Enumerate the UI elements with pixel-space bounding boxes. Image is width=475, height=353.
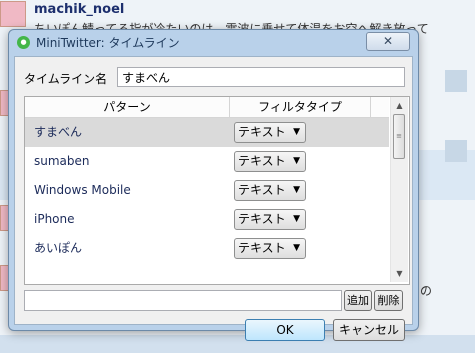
vertical-scrollbar[interactable]: ▲ ≡ ▼ [390, 97, 408, 282]
table-row[interactable]: すまべん テキスト ▼ [25, 118, 389, 147]
dropdown-arrow-icon: ▼ [293, 185, 300, 195]
filter-grid: パターン フィルタタイプ すまべん テキスト ▼ sumaben テキスト ▼ Wi… [24, 96, 410, 285]
side-thumbnail [445, 70, 467, 92]
timeline-name-input[interactable]: すまべん [117, 67, 405, 87]
table-row[interactable]: あいぽん テキスト ▼ [25, 234, 389, 263]
table-row[interactable]: Windows Mobile テキスト ▼ [25, 176, 389, 205]
dropdown-arrow-icon: ▼ [293, 127, 300, 137]
dropdown-arrow-icon: ▼ [293, 156, 300, 166]
avatar [0, 1, 26, 27]
filter-type-value: テキスト [238, 154, 286, 168]
filter-type-select[interactable]: テキスト ▼ [234, 180, 306, 201]
dropdown-arrow-icon: ▼ [293, 243, 300, 253]
pattern-cell[interactable]: あいぽん [34, 234, 82, 263]
delete-button[interactable]: 削除 [374, 290, 403, 311]
pattern-cell[interactable]: sumaben [34, 147, 90, 176]
add-button[interactable]: 追加 [344, 290, 372, 311]
table-row[interactable]: iPhone テキスト ▼ [25, 205, 389, 234]
cancel-button[interactable]: キャンセル [333, 319, 405, 341]
filter-type-select[interactable]: テキスト ▼ [234, 209, 306, 230]
new-pattern-input[interactable] [24, 290, 342, 311]
dropdown-arrow-icon: ▼ [293, 214, 300, 224]
grid-header: パターン フィルタタイプ [25, 97, 389, 118]
app-icon: ● [17, 36, 30, 49]
ok-button[interactable]: OK [245, 319, 325, 341]
pattern-cell[interactable]: すまべん [34, 118, 82, 147]
filter-type-select[interactable]: テキスト ▼ [234, 151, 306, 172]
side-thumbnail [445, 140, 467, 162]
filter-type-value: テキスト [238, 241, 286, 255]
title-bar[interactable]: ● MiniTwitter: タイムライン ✕ [9, 30, 418, 54]
scroll-down-icon[interactable]: ▼ [391, 265, 408, 282]
timeline-dialog: ● MiniTwitter: タイムライン ✕ タイムライン名 すまべん パター… [8, 29, 419, 341]
dialog-title: MiniTwitter: タイムライン [36, 36, 180, 50]
filter-type-select[interactable]: テキスト ▼ [234, 238, 306, 259]
dialog-body: タイムライン名 すまべん パターン フィルタタイプ すまべん テキスト ▼ sum… [14, 56, 413, 341]
tweet-username[interactable]: machik_noel [34, 2, 124, 17]
scroll-thumb[interactable]: ≡ [393, 114, 405, 159]
table-row[interactable]: sumaben テキスト ▼ [25, 147, 389, 176]
filter-type-value: テキスト [238, 125, 286, 139]
filter-type-select[interactable]: テキスト ▼ [234, 122, 306, 143]
column-header-pattern[interactable]: パターン [25, 97, 230, 117]
scroll-up-icon[interactable]: ▲ [391, 97, 408, 114]
pattern-cell[interactable]: iPhone [34, 205, 75, 234]
filter-type-value: テキスト [238, 212, 286, 226]
close-button[interactable]: ✕ [366, 32, 410, 51]
filter-type-value: テキスト [238, 183, 286, 197]
timeline-name-label: タイムライン名 [24, 72, 108, 86]
column-header-filter-type[interactable]: フィルタタイプ [230, 97, 371, 117]
pattern-cell[interactable]: Windows Mobile [34, 176, 131, 205]
background-text: の [420, 284, 433, 298]
